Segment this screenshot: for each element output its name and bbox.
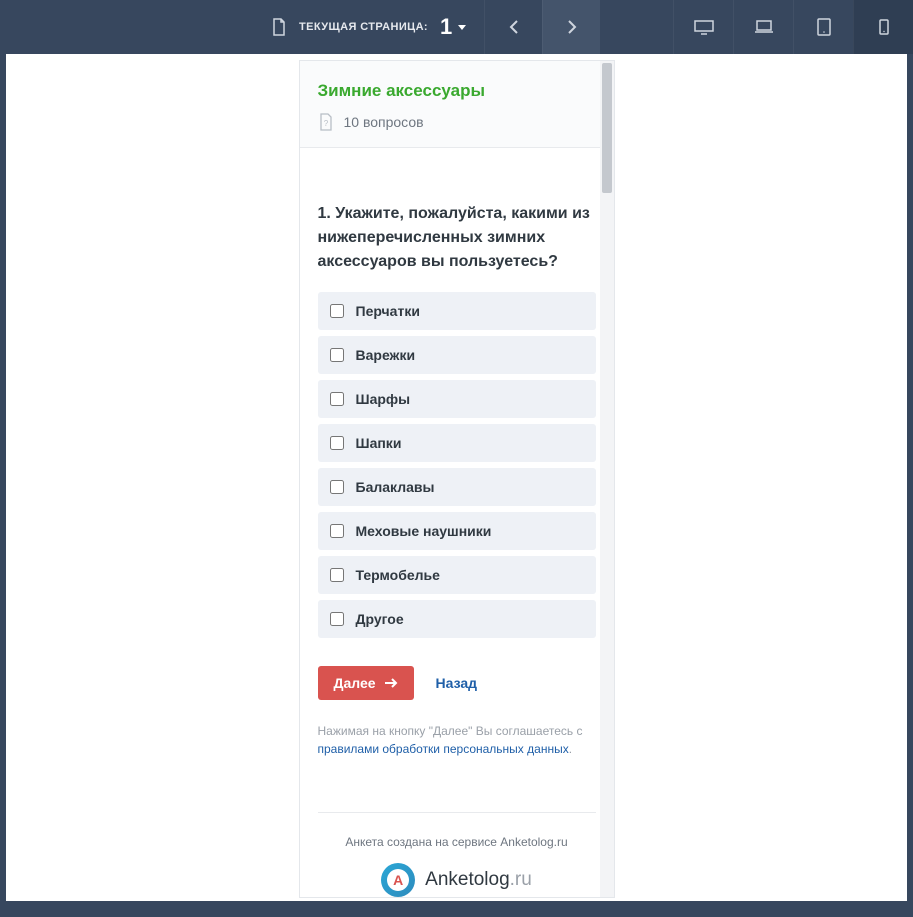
option-checkbox[interactable] xyxy=(330,612,344,626)
option-label: Варежки xyxy=(356,347,416,363)
option-row[interactable]: Термобелье xyxy=(318,556,596,594)
mobile-icon xyxy=(879,19,889,35)
option-label: Термобелье xyxy=(356,567,440,583)
scrollbar[interactable] xyxy=(600,61,614,897)
toolbar-spacer xyxy=(0,0,253,54)
next-button[interactable]: Далее xyxy=(318,666,414,700)
option-checkbox[interactable] xyxy=(330,568,344,582)
option-row[interactable]: Варежки xyxy=(318,336,596,374)
option-row[interactable]: Перчатки xyxy=(318,292,596,330)
footer-logo[interactable]: A Anketolog.ru xyxy=(318,863,596,897)
option-checkbox[interactable] xyxy=(330,524,344,538)
survey-body: 1. Укажите, пожалуйста, какими из нижепе… xyxy=(300,148,614,917)
option-label: Меховые наушники xyxy=(356,523,492,539)
next-page-button[interactable] xyxy=(542,0,600,54)
laptop-view-button[interactable] xyxy=(733,0,793,54)
action-row: Далее Назад xyxy=(318,666,596,700)
option-checkbox[interactable] xyxy=(330,480,344,494)
consent-link[interactable]: правилами обработки персональных данных xyxy=(318,742,569,756)
option-row[interactable]: Шапки xyxy=(318,424,596,462)
consent-text: Нажимая на кнопку "Далее" Вы соглашаетес… xyxy=(318,722,596,758)
option-checkbox[interactable] xyxy=(330,348,344,362)
survey-header: Зимние аксессуары ? 10 вопросов xyxy=(300,61,614,148)
page-number: 1 xyxy=(440,14,466,40)
chevron-right-icon xyxy=(565,18,579,36)
toolbar-flex xyxy=(600,0,673,54)
option-label: Перчатки xyxy=(356,303,420,319)
tablet-view-button[interactable] xyxy=(793,0,853,54)
workspace: Зимние аксессуары ? 10 вопросов 1. Укажи… xyxy=(6,54,907,901)
logo-badge-icon: A xyxy=(381,863,415,897)
current-page-selector[interactable]: ТЕКУЩАЯ СТРАНИЦА: 1 xyxy=(253,0,484,54)
option-label: Другое xyxy=(356,611,404,627)
option-checkbox[interactable] xyxy=(330,436,344,450)
questions-icon: ? xyxy=(318,113,334,131)
mobile-view-button[interactable] xyxy=(853,0,913,54)
page-label: ТЕКУЩАЯ СТРАНИЦА: xyxy=(299,21,428,33)
scrollbar-thumb[interactable] xyxy=(602,63,612,193)
arrow-right-icon xyxy=(384,678,398,688)
survey-footer: Анкета создана на сервисе Anketolog.ru A… xyxy=(318,812,596,897)
options-list: Перчатки Варежки Шарфы Шапки Балаклавы Меховы… xyxy=(318,292,596,638)
option-label: Шапки xyxy=(356,435,402,451)
mobile-preview-frame: Зимние аксессуары ? 10 вопросов 1. Укажи… xyxy=(299,60,615,898)
footer-text: Анкета создана на сервисе Anketolog.ru xyxy=(318,835,596,849)
option-checkbox[interactable] xyxy=(330,304,344,318)
option-checkbox[interactable] xyxy=(330,392,344,406)
option-label: Шарфы xyxy=(356,391,411,407)
back-button[interactable]: Назад xyxy=(436,675,478,691)
option-row[interactable]: Меховые наушники xyxy=(318,512,596,550)
logo-text: Anketolog.ru xyxy=(425,869,532,891)
page-icon xyxy=(271,18,287,36)
caret-down-icon xyxy=(458,25,466,30)
svg-text:?: ? xyxy=(323,119,328,128)
question-text: 1. Укажите, пожалуйста, какими из нижепе… xyxy=(318,202,596,274)
chevron-left-icon xyxy=(507,18,521,36)
tablet-icon xyxy=(817,18,831,36)
prev-page-button[interactable] xyxy=(484,0,542,54)
desktop-view-button[interactable] xyxy=(673,0,733,54)
option-row[interactable]: Другое xyxy=(318,600,596,638)
laptop-icon xyxy=(754,20,774,34)
survey-title: Зимние аксессуары xyxy=(318,81,596,101)
option-label: Балаклавы xyxy=(356,479,435,495)
question-count: ? 10 вопросов xyxy=(318,113,596,131)
option-row[interactable]: Балаклавы xyxy=(318,468,596,506)
option-row[interactable]: Шарфы xyxy=(318,380,596,418)
top-toolbar: ТЕКУЩАЯ СТРАНИЦА: 1 xyxy=(0,0,913,54)
desktop-icon xyxy=(694,19,714,35)
